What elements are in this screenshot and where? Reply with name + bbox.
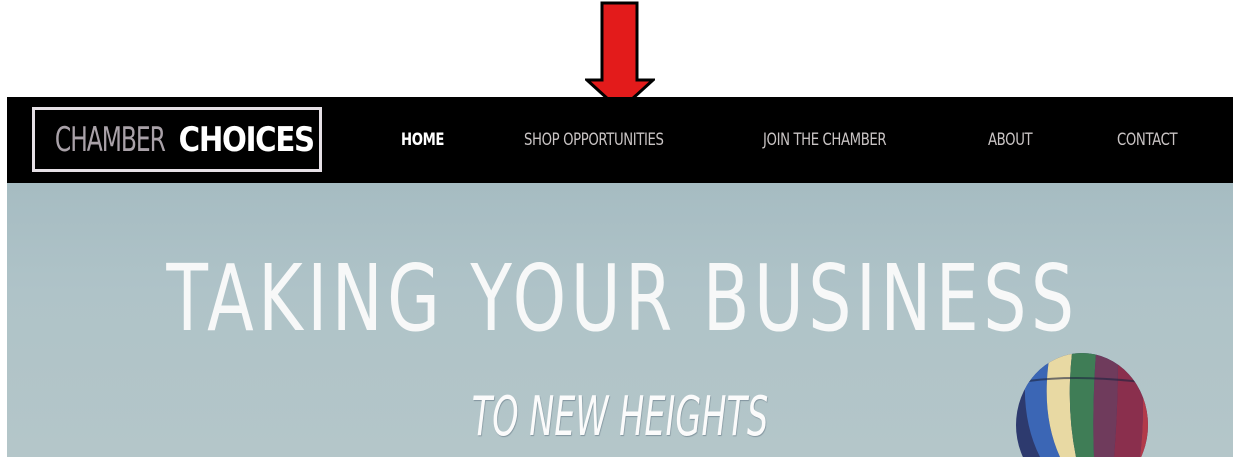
hot-air-balloon-icon [1016, 353, 1148, 457]
hero-banner: TAKING YOUR BUSINESS TO NEW HEIGHTS [7, 183, 1233, 457]
logo-text-chamber: CHAMBER [54, 119, 165, 160]
nav-contact[interactable]: CONTACT [1117, 130, 1178, 150]
nav-home[interactable]: HOME [401, 130, 444, 150]
hero-title: TAKING YOUR BUSINESS [166, 245, 1079, 352]
site-logo[interactable]: CHAMBER CHOICES [32, 107, 322, 172]
nav-join-the-chamber[interactable]: JOIN THE CHAMBER [763, 130, 887, 150]
hero-subtitle: TO NEW HEIGHTS [471, 385, 769, 448]
logo-text-choices: CHOICES [178, 119, 314, 160]
nav-shop-opportunities[interactable]: SHOP OPPORTUNITIES [524, 130, 664, 150]
annotation-arrow-icon [585, 1, 655, 112]
top-navigation-bar: CHAMBER CHOICES HOME SHOP OPPORTUNITIES … [7, 97, 1233, 183]
nav-about[interactable]: ABOUT [988, 130, 1033, 150]
